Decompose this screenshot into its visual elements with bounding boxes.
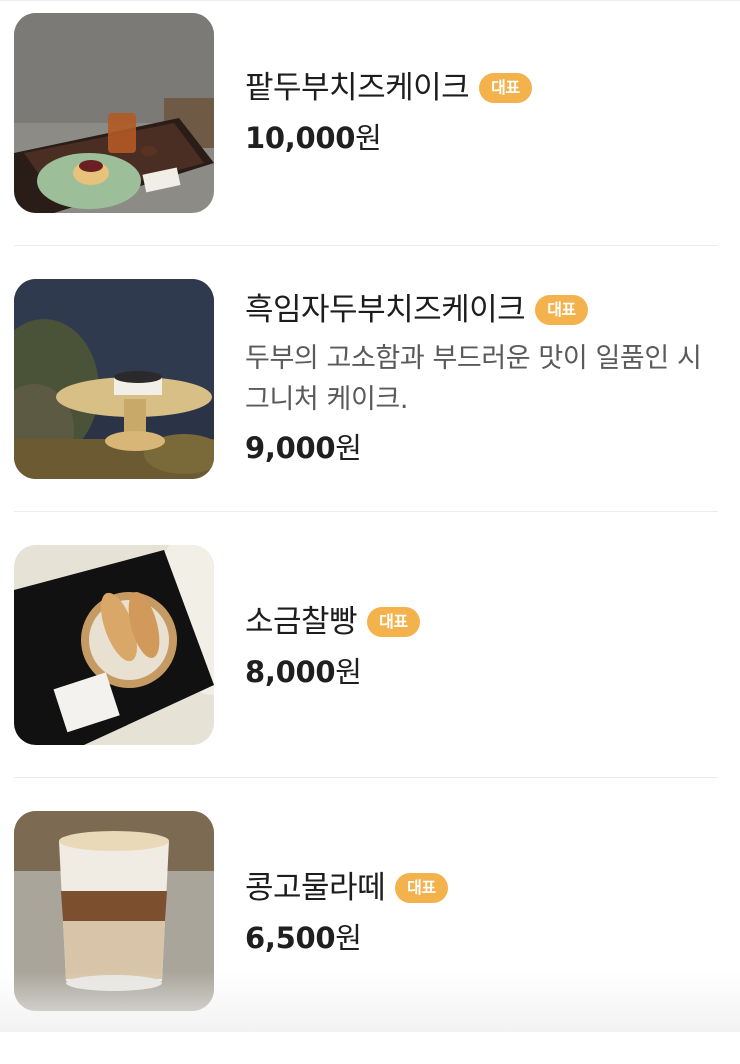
price-number: 9,000 <box>245 431 336 465</box>
item-name: 흑임자두부치즈케이크 <box>245 292 526 328</box>
item-info: 팥두부치즈케이크 대표 10,000원 <box>245 68 718 156</box>
price-unit: 원 <box>335 431 362 465</box>
name-row: 콩고물라떼 대표 <box>245 868 718 908</box>
signature-badge: 대표 <box>535 295 588 325</box>
item-divider <box>14 511 718 512</box>
signature-badge: 대표 <box>395 873 448 903</box>
price-number: 10,000 <box>245 121 356 155</box>
price-unit: 원 <box>335 921 362 955</box>
price-number: 8,000 <box>245 655 336 689</box>
item-description: 두부의 고소함과 부드러운 맛이 일품인 시그니처 케이크. <box>245 343 702 415</box>
item-divider <box>14 777 718 778</box>
item-price: 8,000원 <box>245 654 718 690</box>
menu-item-soybean-latte[interactable]: 콩고물라떼 대표 6,500원 <box>0 798 740 1064</box>
menu-item-black-sesame-cheesecake[interactable]: 흑임자두부치즈케이크 대표 두부의 고소함과 부드러운 맛이 일품인 시그니처 … <box>0 266 740 532</box>
item-info: 흑임자두부치즈케이크 대표 두부의 고소함과 부드러운 맛이 일품인 시그니처 … <box>245 290 718 466</box>
item-price: 9,000원 <box>245 430 718 466</box>
item-info: 콩고물라떼 대표 6,500원 <box>245 868 718 956</box>
item-name: 팥두부치즈케이크 <box>245 70 470 106</box>
item-divider <box>14 245 718 246</box>
name-row: 흑임자두부치즈케이크 대표 <box>245 290 718 330</box>
red-bean-tofu-cheesecake-photo[interactable] <box>14 13 214 213</box>
item-price: 6,500원 <box>245 920 718 956</box>
item-price: 10,000원 <box>245 120 718 156</box>
item-info: 소금찰빵 대표 8,000원 <box>245 602 718 690</box>
signature-badge: 대표 <box>479 73 532 103</box>
item-name: 소금찰빵 <box>245 604 358 640</box>
black-sesame-tofu-cheesecake-photo[interactable] <box>14 279 214 479</box>
name-row: 팥두부치즈케이크 대표 <box>245 68 718 108</box>
salt-bread-photo[interactable] <box>14 545 214 745</box>
price-unit: 원 <box>355 121 382 155</box>
price-unit: 원 <box>335 655 362 689</box>
menu-item-red-bean-cheesecake[interactable]: 팥두부치즈케이크 대표 10,000원 <box>0 0 740 266</box>
price-number: 6,500 <box>245 921 336 955</box>
menu-item-salt-bread[interactable]: 소금찰빵 대표 8,000원 <box>0 532 740 798</box>
item-name: 콩고물라떼 <box>245 870 386 906</box>
signature-badge: 대표 <box>367 607 420 637</box>
soybean-powder-latte-photo[interactable] <box>14 811 214 1011</box>
name-row: 소금찰빵 대표 <box>245 602 718 642</box>
